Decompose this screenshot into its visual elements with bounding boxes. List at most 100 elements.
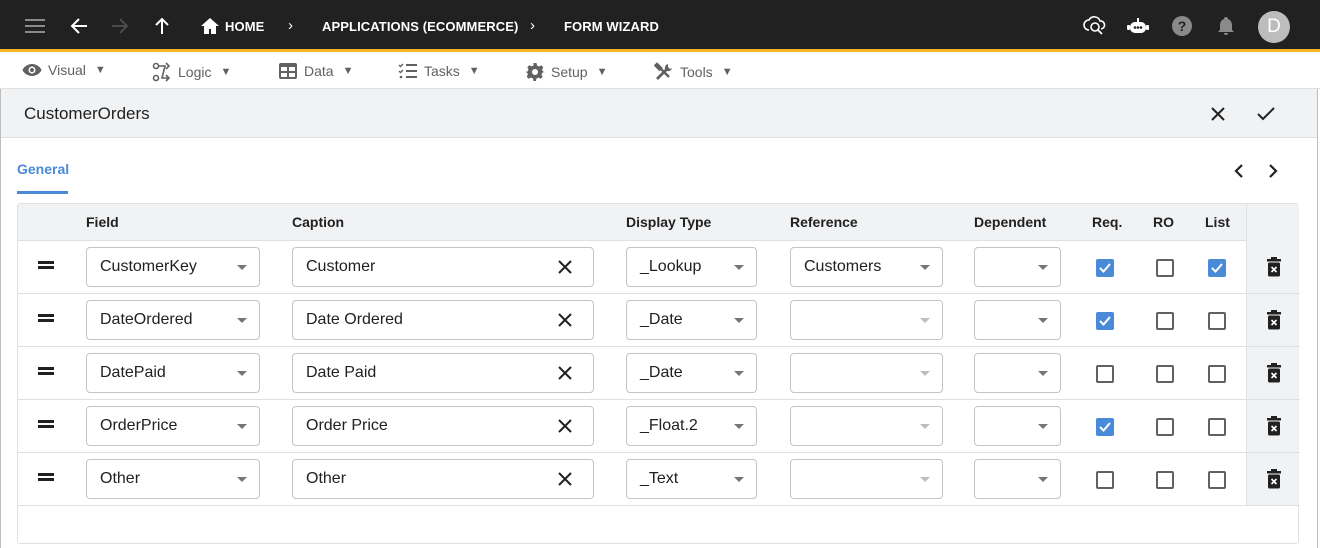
forward-arrow-icon[interactable] [108, 14, 132, 38]
clear-icon[interactable] [557, 418, 573, 434]
display-type-select[interactable]: _Lookup [626, 247, 757, 287]
list-checkbox[interactable] [1208, 471, 1226, 489]
drag-handle-icon[interactable] [38, 367, 54, 375]
dependent-select[interactable] [974, 406, 1061, 446]
list-checkbox[interactable] [1208, 365, 1226, 383]
list-checkbox[interactable] [1208, 312, 1226, 330]
caption-input[interactable]: Date Ordered [292, 300, 594, 340]
caption-input[interactable]: Order Price [292, 406, 594, 446]
menu-tasks-label: Tasks [424, 63, 460, 79]
req-checkbox[interactable] [1096, 471, 1114, 489]
reference-select[interactable] [790, 459, 943, 499]
header-dependent: Dependent [974, 214, 1047, 230]
list-checkbox[interactable] [1208, 418, 1226, 436]
display-type-select[interactable]: _Date [626, 300, 757, 340]
menu-tasks[interactable]: Tasks ▼ [398, 62, 480, 80]
caption-input[interactable]: Date Paid [292, 353, 594, 393]
drag-handle-icon[interactable] [38, 420, 54, 428]
ro-checkbox[interactable] [1156, 365, 1174, 383]
delete-row-icon[interactable] [1267, 310, 1281, 330]
reference-select[interactable]: Customers [790, 247, 943, 287]
caret-down-icon: ▼ [220, 66, 232, 78]
avatar[interactable]: D [1258, 11, 1290, 43]
menu-logic[interactable]: Logic ▼ [152, 62, 231, 82]
dropdown-arrow-icon [237, 477, 247, 482]
help-icon[interactable]: ? [1170, 14, 1194, 38]
clear-icon[interactable] [557, 312, 573, 328]
breadcrumb-form-wizard[interactable]: FORM WIZARD [564, 19, 659, 34]
menu-logic-label: Logic [178, 64, 212, 80]
delete-row-icon[interactable] [1267, 257, 1281, 277]
field-select[interactable]: DateOrdered [86, 300, 260, 340]
menu-setup[interactable]: Setup ▼ [525, 62, 607, 82]
caption-value: Date Paid [306, 364, 377, 381]
cancel-button[interactable] [1205, 101, 1231, 127]
display-type-select[interactable]: _Float.2 [626, 406, 757, 446]
menu-data[interactable]: Data ▼ [278, 62, 353, 80]
delete-row-icon[interactable] [1267, 363, 1281, 383]
dependent-select[interactable] [974, 300, 1061, 340]
drag-handle-icon[interactable] [38, 473, 54, 481]
menu-icon[interactable] [23, 14, 47, 38]
ro-checkbox[interactable] [1156, 471, 1174, 489]
clear-icon[interactable] [557, 471, 573, 487]
clear-icon[interactable] [557, 259, 573, 275]
dropdown-arrow-icon [1038, 371, 1048, 376]
drag-handle-icon[interactable] [38, 261, 54, 269]
clear-icon[interactable] [557, 365, 573, 381]
menu-visual[interactable]: Visual ▼ [22, 62, 106, 78]
dropdown-arrow-icon [920, 371, 930, 376]
grid-header: Field Caption Display Type Reference Dep… [18, 204, 1298, 241]
prev-page-button[interactable] [1229, 161, 1249, 181]
home-icon[interactable] [198, 14, 222, 38]
bell-icon[interactable] [1214, 14, 1238, 38]
display-type-select[interactable]: _Text [626, 459, 757, 499]
req-checkbox[interactable] [1096, 312, 1114, 330]
reference-select[interactable] [790, 406, 943, 446]
req-checkbox[interactable] [1096, 259, 1114, 277]
back-arrow-icon[interactable] [67, 14, 91, 38]
chatbot-icon[interactable] [1126, 14, 1150, 38]
field-select[interactable]: DatePaid [86, 353, 260, 393]
reference-select[interactable] [790, 300, 943, 340]
dropdown-arrow-icon [237, 371, 247, 376]
up-arrow-icon[interactable] [150, 14, 174, 38]
field-select[interactable]: CustomerKey [86, 247, 260, 287]
field-select[interactable]: OrderPrice [86, 406, 260, 446]
field-select[interactable]: Other [86, 459, 260, 499]
menu-tools[interactable]: Tools ▼ [654, 62, 733, 82]
dependent-select[interactable] [974, 353, 1061, 393]
caption-input[interactable]: Other [292, 459, 594, 499]
delete-row-icon[interactable] [1267, 416, 1281, 436]
display-type-value: _Text [640, 470, 679, 487]
header-ro: RO [1153, 214, 1174, 230]
dropdown-arrow-icon [237, 265, 247, 270]
display-type-value: _Date [640, 364, 683, 381]
req-checkbox[interactable] [1096, 418, 1114, 436]
cloud-search-icon[interactable] [1083, 14, 1107, 38]
req-checkbox[interactable] [1096, 365, 1114, 383]
tab-general[interactable]: General [17, 161, 69, 177]
header-req: Req. [1092, 214, 1123, 230]
breadcrumb-home[interactable]: HOME [225, 19, 264, 34]
eye-icon [22, 64, 42, 76]
display-type-select[interactable]: _Date [626, 353, 757, 393]
dependent-select[interactable] [974, 459, 1061, 499]
caption-input[interactable]: Customer [292, 247, 594, 287]
delete-row-icon[interactable] [1267, 469, 1281, 489]
caption-value: Order Price [306, 417, 388, 434]
caret-down-icon: ▼ [596, 66, 608, 78]
menu-tools-label: Tools [680, 64, 713, 80]
ro-checkbox[interactable] [1156, 418, 1174, 436]
dropdown-arrow-icon [734, 371, 744, 376]
close-icon [1211, 107, 1225, 121]
dependent-select[interactable] [974, 247, 1061, 287]
drag-handle-icon[interactable] [38, 314, 54, 322]
ro-checkbox[interactable] [1156, 312, 1174, 330]
reference-select[interactable] [790, 353, 943, 393]
next-page-button[interactable] [1263, 161, 1283, 181]
save-button[interactable] [1253, 101, 1279, 127]
ro-checkbox[interactable] [1156, 259, 1174, 277]
list-checkbox[interactable] [1208, 259, 1226, 277]
breadcrumb-applications[interactable]: APPLICATIONS (ECOMMERCE) [322, 19, 518, 34]
